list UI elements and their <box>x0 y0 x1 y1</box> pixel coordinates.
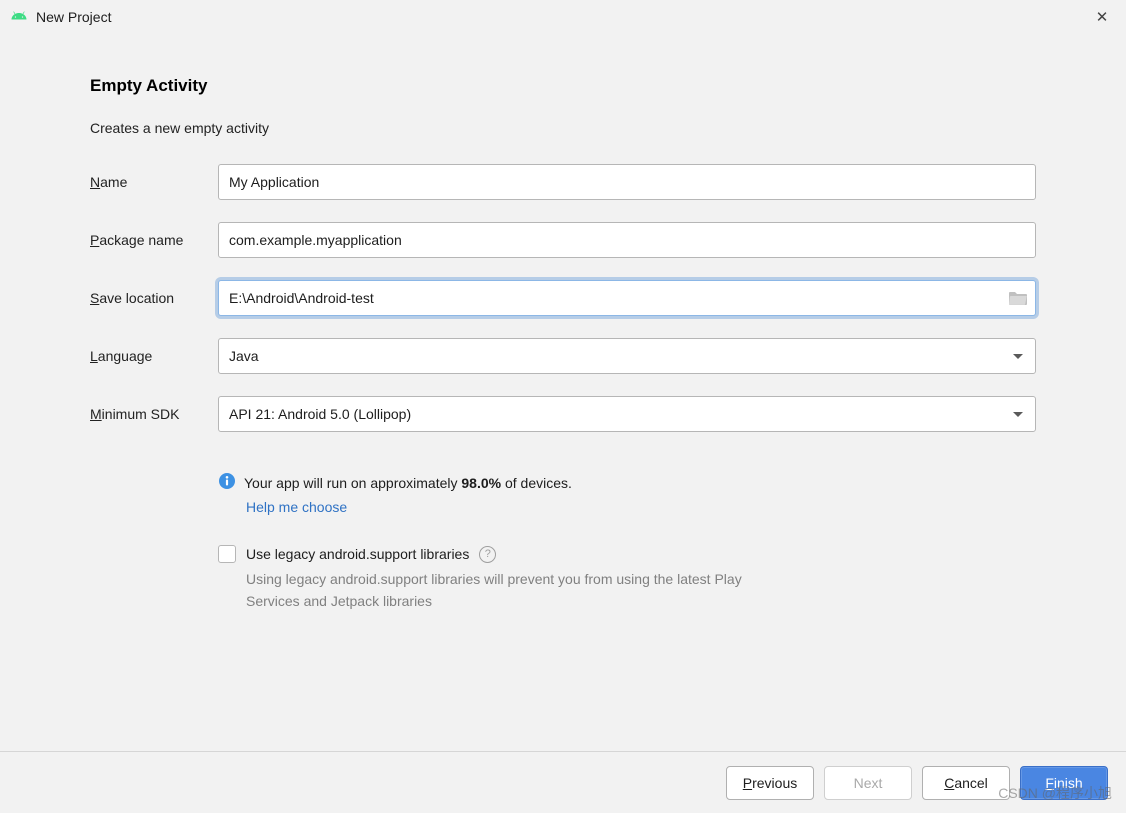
package-field[interactable] <box>218 222 1036 258</box>
language-label: Language <box>90 348 210 364</box>
help-me-choose-link[interactable]: Help me choose <box>246 499 1036 515</box>
close-icon[interactable]: ✕ <box>1088 8 1116 26</box>
sdk-info-block: Your app will run on approximately 98.0%… <box>218 472 1036 612</box>
name-field[interactable] <box>218 164 1036 200</box>
minimum-sdk-select-value: API 21: Android 5.0 (Lollipop) <box>229 406 411 422</box>
minimum-sdk-select[interactable]: API 21: Android 5.0 (Lollipop) <box>218 396 1036 432</box>
page-title: Empty Activity <box>90 76 1036 96</box>
titlebar: New Project ✕ <box>0 0 1126 34</box>
language-select-value: Java <box>229 348 259 364</box>
coverage-text: Your app will run on approximately 98.0%… <box>244 475 572 491</box>
language-select[interactable]: Java <box>218 338 1036 374</box>
legacy-block: Use legacy android.support libraries ? U… <box>218 545 1036 612</box>
save-location-label: Save location <box>90 290 210 306</box>
info-icon <box>218 472 236 493</box>
window-title: New Project <box>36 9 1088 25</box>
legacy-checkbox[interactable] <box>218 545 236 563</box>
next-button: Next <box>824 766 912 800</box>
name-label: Name <box>90 174 210 190</box>
minimum-sdk-label: Minimum SDK <box>90 406 210 422</box>
help-icon[interactable]: ? <box>479 546 496 563</box>
chevron-down-icon <box>1013 354 1023 359</box>
browse-folder-icon[interactable] <box>1008 290 1028 306</box>
package-field-wrap <box>218 222 1036 258</box>
coverage-row: Your app will run on approximately 98.0%… <box>218 472 1036 493</box>
name-field-wrap <box>218 164 1036 200</box>
package-label: Package name <box>90 232 210 248</box>
legacy-checkbox-label: Use legacy android.support libraries <box>246 546 469 562</box>
page-description: Creates a new empty activity <box>90 120 1036 136</box>
form: Name Package name Save location Language… <box>90 164 1036 612</box>
previous-button[interactable]: Previous <box>726 766 814 800</box>
legacy-note: Using legacy android.support libraries w… <box>246 569 766 612</box>
android-icon <box>10 7 28 28</box>
save-location-field-wrap <box>218 280 1036 316</box>
save-location-field[interactable] <box>218 280 1036 316</box>
chevron-down-icon <box>1013 412 1023 417</box>
bottom-bar: Previous Next Cancel Finish <box>0 751 1126 813</box>
finish-button[interactable]: Finish <box>1020 766 1108 800</box>
cancel-button[interactable]: Cancel <box>922 766 1010 800</box>
dialog-content: Empty Activity Creates a new empty activ… <box>0 34 1126 751</box>
